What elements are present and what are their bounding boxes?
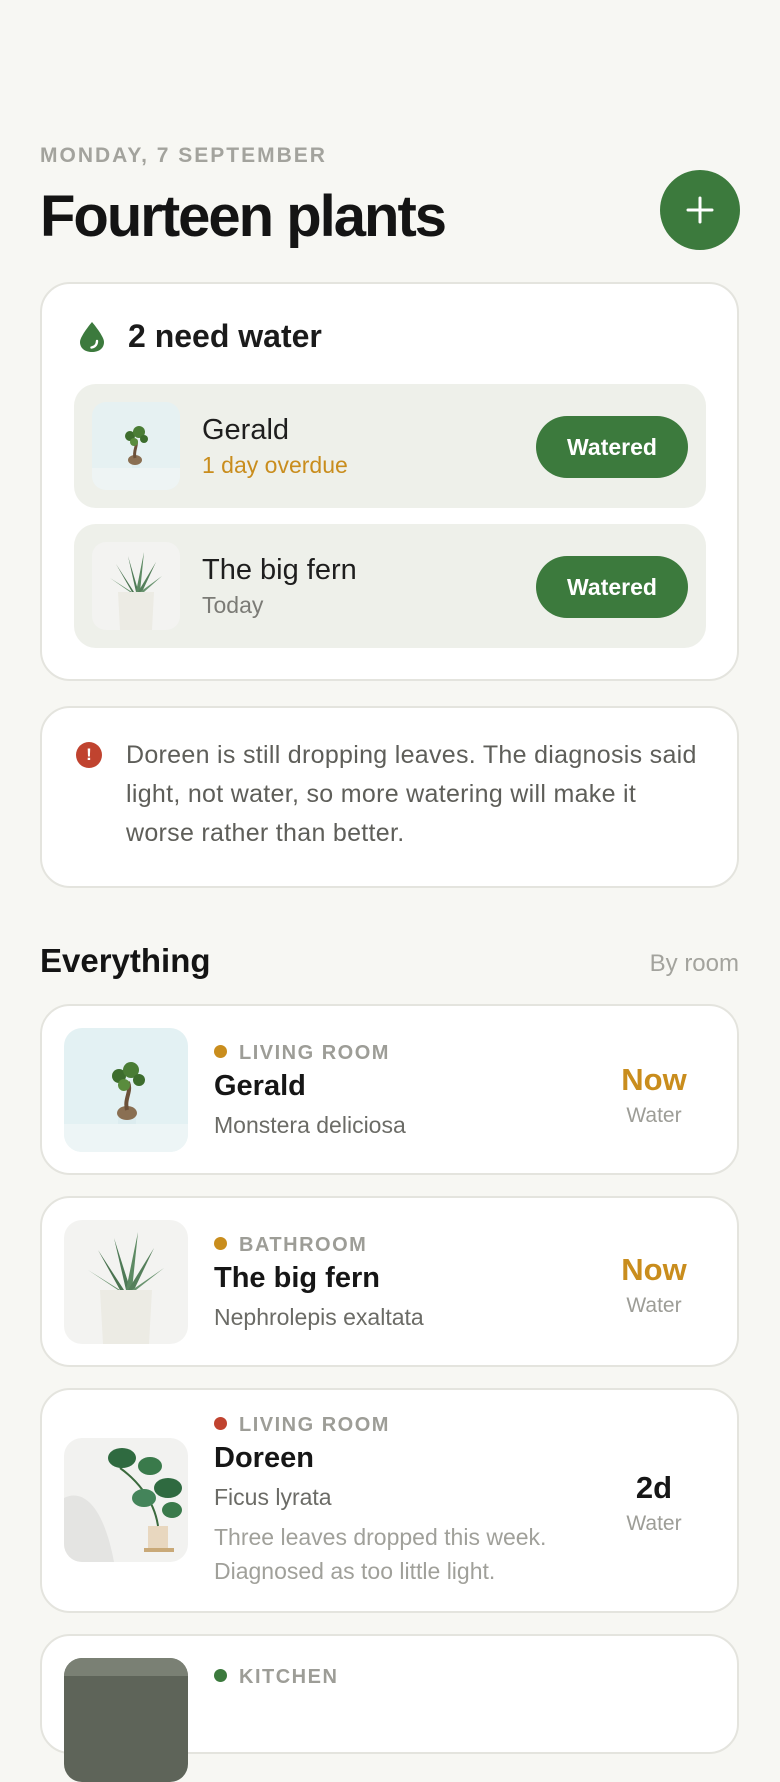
add-plant-button[interactable] (660, 170, 740, 250)
plant-card[interactable]: LIVING ROOM Gerald Monstera deliciosa No… (40, 1004, 739, 1175)
section-title: Everything (40, 942, 211, 979)
room-label: LIVING ROOM (214, 1414, 390, 1437)
diagnosis-alert-card: ! Doreen is still dropping leaves. The d… (40, 706, 739, 888)
water-due-label: Water (626, 1104, 682, 1127)
task-status-overdue: 1 day overdue (202, 452, 348, 478)
plant-name: Doreen (214, 1442, 314, 1474)
water-due-label: Water (626, 1512, 682, 1535)
room-label: KITCHEN (214, 1666, 338, 1689)
water-due-value: 2d (635, 1470, 673, 1505)
plant-card[interactable]: BATHROOM The big fern Nephrolepis exalta… (40, 1196, 739, 1367)
needs-water-title: 2 need water (128, 318, 322, 354)
plant-name: Gerald (214, 1070, 306, 1102)
task-plant-name: The big fern (202, 554, 357, 586)
task-plant-name: Gerald (202, 414, 290, 446)
plant-dashboard: MONDAY, 7 SEPTEMBER Fourteen plants 2 ne… (0, 0, 780, 1782)
plant-photo-succulent (92, 542, 180, 630)
plant-photo-monstera (64, 1438, 188, 1562)
date-label: MONDAY, 7 SEPTEMBER (40, 144, 327, 167)
plant-species: Ficus lyrata (214, 1484, 332, 1510)
water-task-row: Gerald 1 day overdue Watered (74, 384, 706, 508)
plant-species: Nephrolepis exaltata (214, 1304, 424, 1330)
needs-water-card: 2 need water Gerald 1 day overdue Watere (40, 282, 739, 681)
page-title: Fourteen plants (40, 184, 447, 249)
room-label: LIVING ROOM (214, 1042, 390, 1065)
watered-button[interactable]: Watered (536, 556, 688, 618)
sort-by-room-link[interactable]: By room (650, 950, 739, 978)
water-due-value: Now (621, 1252, 687, 1287)
task-status: Today (202, 592, 264, 618)
watered-button[interactable]: Watered (536, 416, 688, 478)
needs-water-header: 2 need water (78, 318, 322, 355)
plant-card[interactable]: KITCHEN (40, 1634, 739, 1782)
plant-species: Monstera deliciosa (214, 1112, 406, 1138)
room-status-dot (214, 1045, 227, 1059)
plant-card[interactable]: LIVING ROOM Doreen Ficus lyrata Three le… (40, 1388, 739, 1613)
alert-message: Doreen is still dropping leaves. The dia… (126, 741, 697, 847)
room-status-dot (214, 1669, 227, 1683)
room-status-dot (214, 1237, 227, 1251)
plant-photo (64, 1658, 188, 1782)
water-due-value: Now (621, 1062, 687, 1097)
plant-photo-bonsai (92, 402, 180, 490)
water-task-row: The big fern Today Watered (74, 524, 706, 648)
alert-icon: ! (76, 742, 102, 768)
plant-note: Three leaves dropped this week. Diagnose… (214, 1524, 547, 1584)
room-label: BATHROOM (214, 1234, 367, 1257)
plant-name: The big fern (214, 1262, 380, 1294)
plus-icon (686, 196, 714, 224)
plant-photo-succulent (64, 1220, 188, 1344)
plant-photo-bonsai (64, 1028, 188, 1152)
room-status-dot (214, 1417, 227, 1431)
water-due-label: Water (626, 1294, 682, 1317)
water-drop-icon (80, 321, 104, 352)
